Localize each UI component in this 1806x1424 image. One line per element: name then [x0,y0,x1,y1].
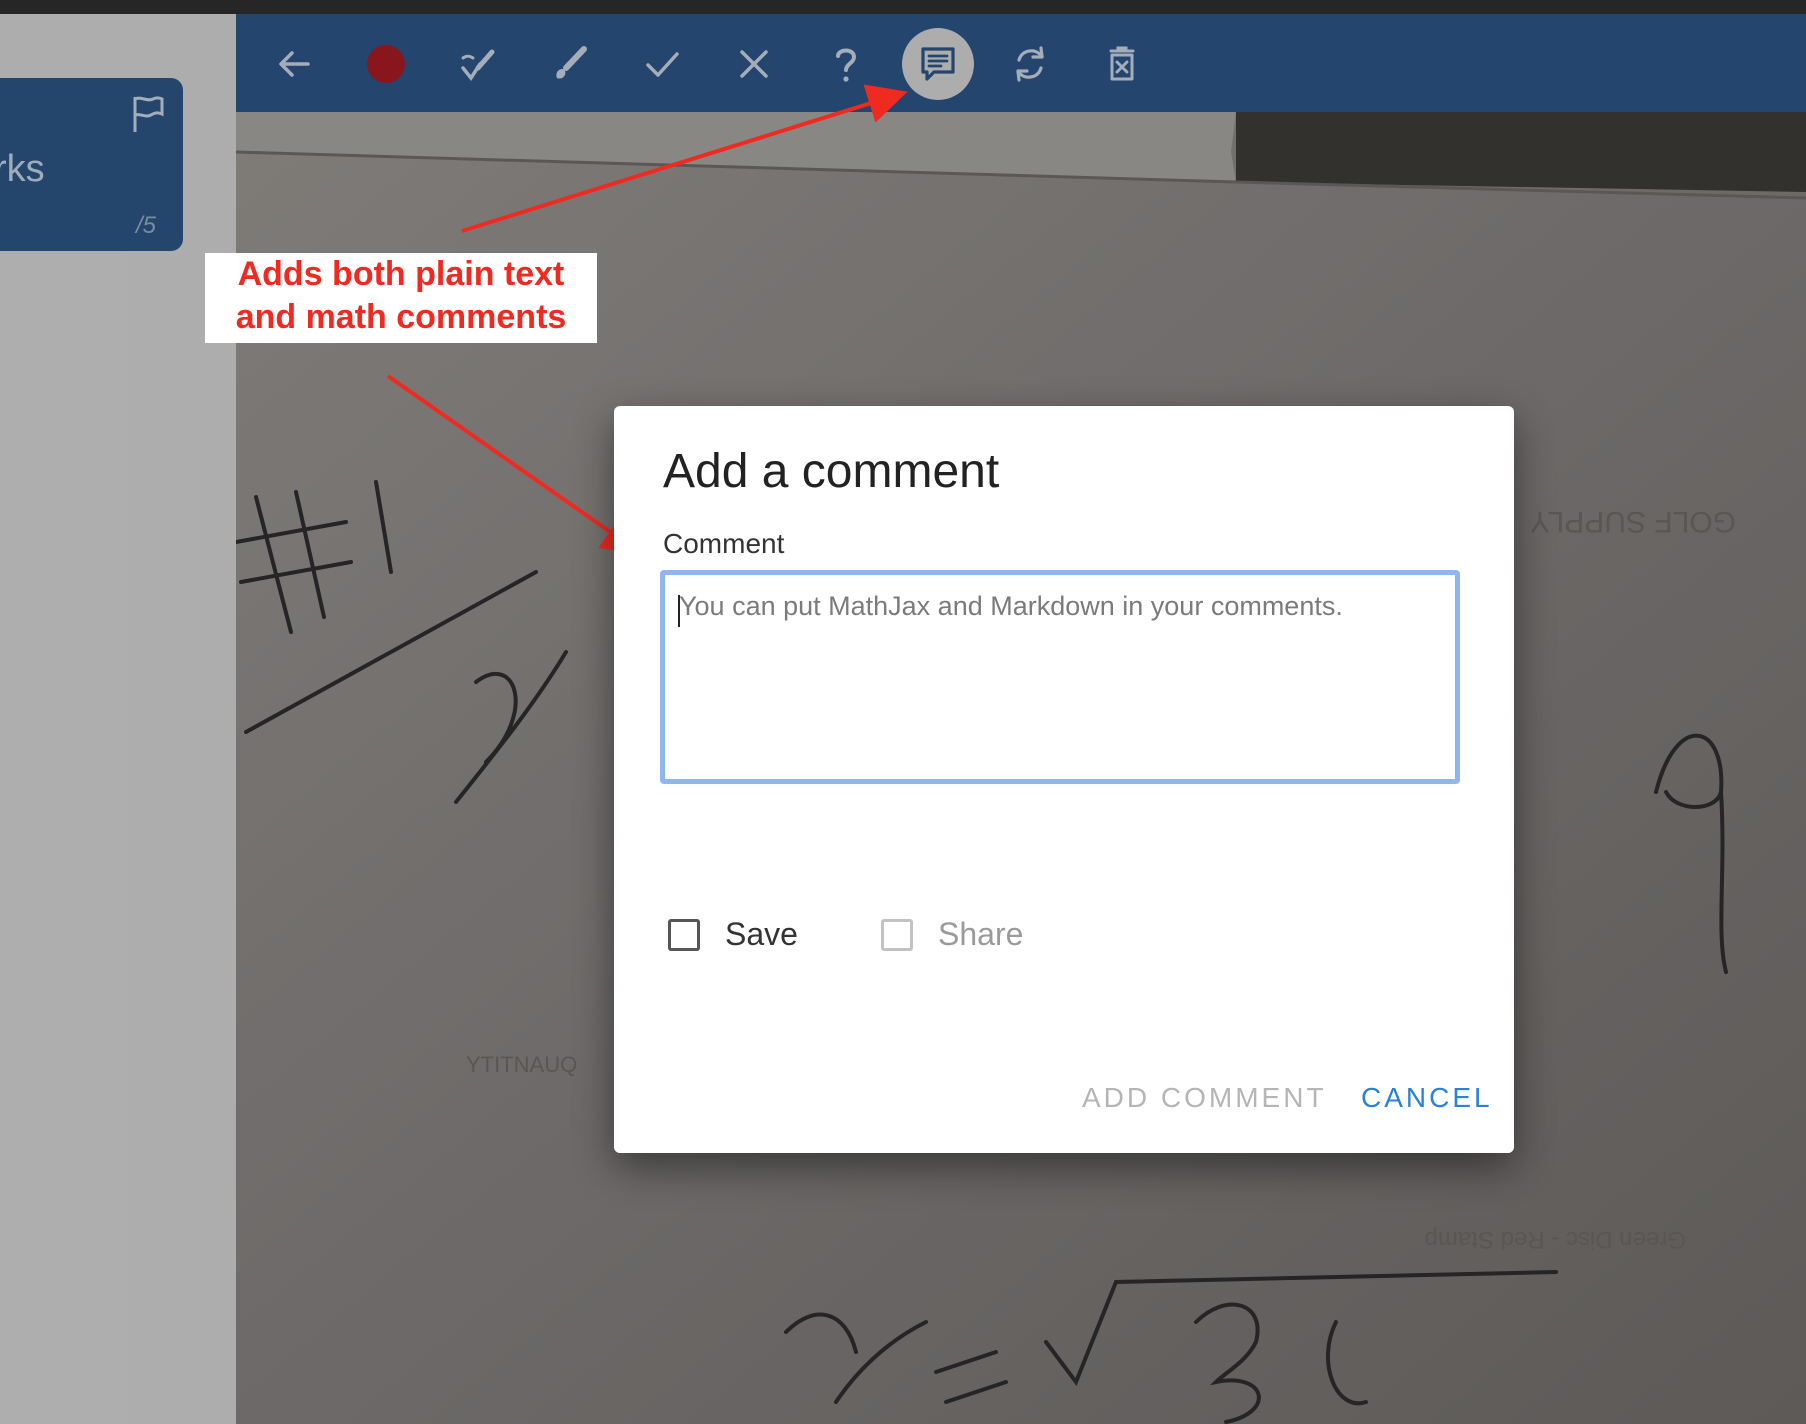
share-checkbox-row[interactable]: Share [881,916,1023,953]
comment-textarea[interactable] [665,575,1455,779]
annotation-line-1: Adds both plain text [237,255,565,293]
annotation-callout: Adds both plain text and math comments [205,253,597,343]
add-comment-button[interactable]: ADD COMMENT [1082,1082,1327,1114]
annotation-line-2: and math comments [235,298,567,336]
arrow-to-comment-button [461,84,908,233]
share-checkbox-label: Share [938,916,1024,952]
comment-field[interactable] [660,570,1460,784]
share-checkbox[interactable] [881,918,913,951]
comment-field-label: Comment [663,528,785,559]
arrow-to-comment-field [386,374,643,555]
add-comment-dialog: Add a comment Comment Save Share ADD COM… [614,406,1514,1153]
save-checkbox[interactable] [668,918,700,951]
dialog-title: Add a comment [663,445,1000,498]
cancel-button[interactable]: CANCEL [1361,1082,1493,1114]
save-checkbox-row[interactable]: Save [668,916,798,953]
save-checkbox-label: Save [725,916,798,952]
